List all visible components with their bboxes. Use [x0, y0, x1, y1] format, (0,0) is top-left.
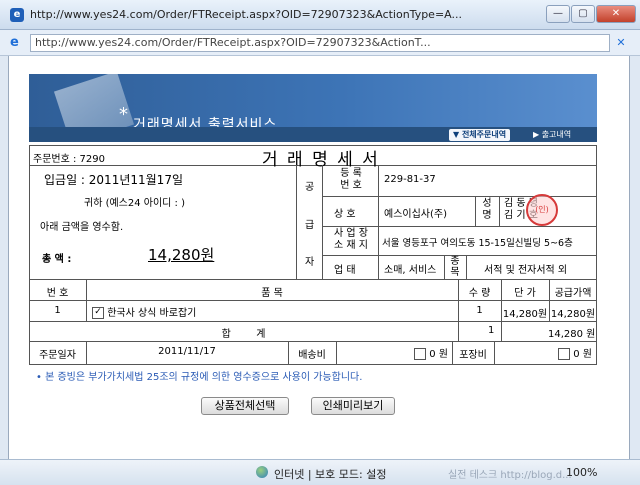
biz-item: 서적 및 전자서적 외	[484, 265, 568, 276]
company-seal-stamp: (인)	[526, 194, 558, 226]
divider	[466, 255, 467, 279]
divider	[29, 321, 597, 322]
supplier-label-1: 공	[305, 182, 315, 193]
biz-type: 소매, 서비스	[384, 265, 437, 276]
shipping-label: 배송비	[298, 350, 326, 361]
sum-amount: 14,280 원	[548, 329, 596, 340]
wrapping-fee: 0 원	[558, 345, 592, 360]
company-name: 예스이십사(주)	[384, 209, 448, 220]
recipient: 귀하 (예스24 아이디 : )	[84, 198, 186, 209]
tab-all-orders[interactable]: ▼ 전체주문내역	[449, 129, 511, 141]
zoom-level[interactable]: 100%	[566, 466, 597, 479]
sum-label: 합 계	[221, 329, 266, 340]
col-price-header: 단 가	[514, 288, 536, 299]
item-price: 14,280원	[502, 309, 548, 320]
company-label: 상 호	[334, 209, 356, 220]
order-date-label: 주문일자	[39, 350, 76, 361]
address-bar: e http://www.yes24.com/Order/FTReceipt.a…	[0, 30, 640, 56]
received-text: 아래 금액을 영수함.	[40, 222, 124, 233]
service-banner: * 거래명세서 출력서비스 ▼ 전체주문내역 ▶ 출고내역	[29, 74, 597, 142]
banner-tab-bar	[29, 127, 597, 142]
sum-qty: 1	[488, 325, 495, 336]
col-qty-header: 수 량	[468, 288, 491, 299]
item-qty: 1	[476, 305, 483, 316]
total-label: 총 액 :	[42, 254, 72, 265]
item-supply: 14,280원	[550, 309, 596, 320]
reg-no-label: 등 록 번 호	[340, 168, 362, 191]
ie-page-icon: e	[10, 35, 19, 50]
browser-favicon-icon: e	[10, 8, 24, 22]
order-date: 2011/11/17	[158, 346, 216, 357]
rep-label: 성 명	[482, 198, 492, 221]
address-label: 사 업 장 소 재 지	[334, 228, 368, 251]
status-bar: 인터넷 | 보호 모드: 설정 실전 테스크 http://blog.d... …	[0, 459, 640, 485]
shipping-value: 0 원	[429, 349, 448, 360]
window-title-bar: e http://www.yes24.com/Order/FTReceipt.a…	[0, 0, 640, 30]
tab-shipping[interactable]: ▶ 출고내역	[529, 129, 575, 141]
business-address: 서울 영등포구 여의도동 15-15일신빌딩 5~6층	[382, 238, 573, 249]
reg-no: 229-81-37	[384, 174, 436, 185]
divider	[29, 341, 597, 342]
divider	[494, 341, 495, 365]
wrapping-value: 0 원	[573, 349, 592, 360]
checkbox-icon[interactable]	[414, 348, 426, 360]
minimize-button[interactable]: —	[546, 5, 570, 23]
item-select[interactable]: ✓ 한국사 상식 바로잡기	[92, 304, 196, 319]
total-amount: 14,280원	[148, 246, 215, 264]
divider	[322, 226, 597, 227]
close-window-button[interactable]: ✕	[596, 5, 636, 23]
divider	[444, 255, 445, 279]
window-title: http://www.yes24.com/Order/FTReceipt.asp…	[30, 8, 462, 21]
page-close-icon[interactable]: ✕	[614, 36, 628, 50]
internet-zone-icon	[256, 466, 268, 478]
divider	[322, 165, 323, 279]
col-item-header: 품 목	[261, 288, 283, 299]
divider	[499, 196, 500, 226]
divider	[322, 196, 597, 197]
divider	[29, 300, 597, 301]
supplier-label-3: 자	[305, 257, 315, 268]
print-preview-button[interactable]: 인쇄미리보기	[311, 397, 395, 415]
divider	[378, 165, 379, 279]
receipt-note: • 본 증빙은 부가가치세법 25조의 규정에 의한 영수증으로 사용이 가능합…	[36, 372, 363, 383]
divider	[29, 279, 597, 280]
address-field[interactable]: http://www.yes24.com/Order/FTReceipt.asp…	[30, 34, 610, 52]
col-supply-header: 공급가액	[554, 288, 592, 299]
watermark: 실전 테스크 http://blog.d...	[448, 470, 572, 481]
item-no: 1	[54, 305, 61, 316]
checkbox-checked-icon[interactable]: ✓	[92, 307, 104, 319]
biz-item-label: 종 목	[450, 256, 460, 278]
item-name: 한국사 상식 바로잡기	[107, 308, 197, 319]
maximize-button[interactable]: ▢	[571, 5, 595, 23]
select-all-products-button[interactable]: 상품전체선택	[201, 397, 289, 415]
col-no-header: 번 호	[46, 288, 69, 299]
deposit-date: 입금일 : 2011년11월17일	[44, 173, 183, 187]
divider	[475, 196, 476, 226]
order-number: 주문번호 : 7290	[33, 154, 105, 165]
supplier-label-2: 급	[305, 220, 315, 231]
star-icon: *	[119, 104, 128, 125]
biz-type-label: 업 태	[334, 265, 356, 276]
shipping-fee: 0 원	[414, 345, 448, 360]
divider	[296, 165, 297, 279]
checkbox-icon[interactable]	[558, 348, 570, 360]
divider	[336, 341, 337, 365]
security-zone: 인터넷 | 보호 모드: 설정	[274, 468, 387, 481]
wrapping-label: 포장비	[459, 350, 487, 361]
receipt-heading: 거 래 명 세 서	[262, 150, 380, 170]
